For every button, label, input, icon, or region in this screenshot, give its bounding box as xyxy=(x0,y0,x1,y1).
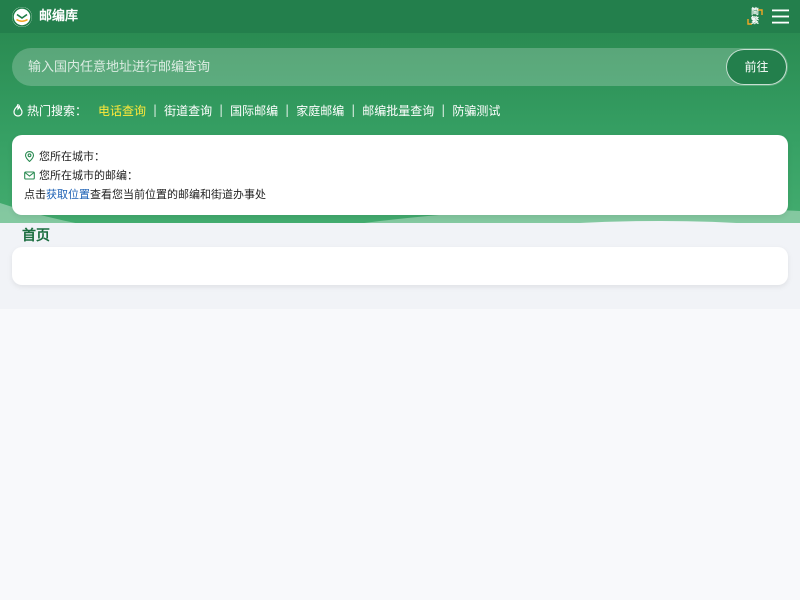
lang-traditional-label: 繁 xyxy=(751,16,759,25)
hint-prefix: 点击 xyxy=(24,188,46,201)
page-title: 首页 xyxy=(22,228,50,244)
fire-icon xyxy=(13,103,23,117)
city-label: 您所在城市： xyxy=(39,150,105,163)
location-card: 您所在城市： 您所在城市的邮编： 点击 获取位置 查看您当前位置的邮编和街道办事… xyxy=(12,135,788,215)
hot-link-phone[interactable]: 电话查询 xyxy=(98,102,146,119)
location-pin-icon xyxy=(24,150,35,162)
hot-search-label: 热门搜索： xyxy=(27,103,88,118)
content-card xyxy=(12,247,788,285)
hot-search-row: 热门搜索： 电话查询 | 街道查询 | 国际邮编 | 家庭邮编 | 邮编批量查询… xyxy=(12,101,500,119)
language-toggle[interactable]: 简 繁 xyxy=(746,7,764,27)
mail-icon xyxy=(24,170,35,180)
search-go-button[interactable]: 前往 xyxy=(726,49,787,85)
hot-link-batch[interactable]: 邮编批量查询 xyxy=(362,102,434,119)
zip-line: 您所在城市的邮编： xyxy=(24,167,138,183)
menu-icon[interactable] xyxy=(772,9,789,24)
site-name[interactable]: 邮编库 xyxy=(39,9,78,25)
top-header: 邮编库 简 繁 xyxy=(0,0,800,33)
location-hint: 点击 获取位置 查看您当前位置的邮编和街道办事处 xyxy=(24,186,266,202)
get-location-link[interactable]: 获取位置 xyxy=(46,186,90,202)
logo-icon[interactable] xyxy=(12,7,32,27)
separator: | xyxy=(441,103,446,117)
hot-link-home[interactable]: 家庭邮编 xyxy=(296,102,344,119)
separator: | xyxy=(153,103,158,117)
separator: | xyxy=(219,103,224,117)
separator: | xyxy=(351,103,356,117)
hint-suffix: 查看您当前位置的邮编和街道办事处 xyxy=(90,188,266,201)
hot-link-international[interactable]: 国际邮编 xyxy=(230,102,278,119)
hot-link-street[interactable]: 街道查询 xyxy=(164,102,212,119)
city-line: 您所在城市： xyxy=(24,148,105,164)
search-input[interactable] xyxy=(12,48,722,86)
lang-simplified-label: 简 xyxy=(751,7,759,16)
separator: | xyxy=(285,103,290,117)
zip-label: 您所在城市的邮编： xyxy=(39,169,138,182)
hot-link-fraud-test[interactable]: 防骗测试 xyxy=(452,102,500,119)
search-bar: 前往 xyxy=(12,48,788,86)
